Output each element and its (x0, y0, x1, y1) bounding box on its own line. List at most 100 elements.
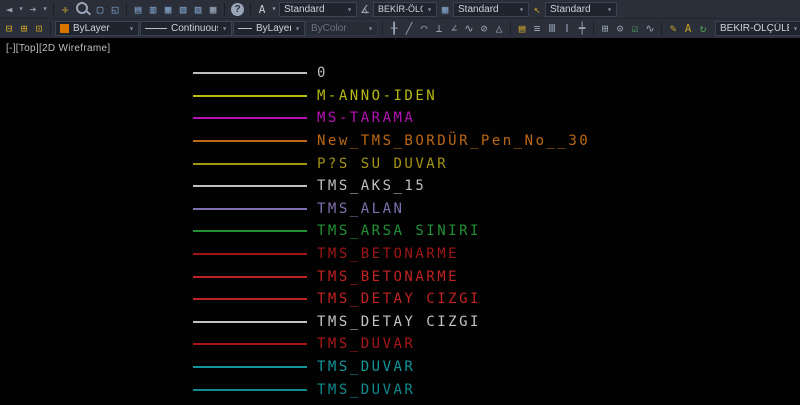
layer-row: TMS_DETAY CIZGI (193, 288, 590, 311)
layer-line-sample[interactable] (193, 230, 307, 232)
chevron-down-icon: ▾ (368, 24, 373, 33)
table-style-icon[interactable]: ▦ (438, 2, 452, 17)
dim-diameter-icon[interactable]: ⊘ (477, 21, 491, 36)
make-block-icon[interactable]: ▤ (131, 2, 145, 17)
dim-style-select[interactable]: BEKİR-ÖLÇÜLEİ ▾ (373, 2, 437, 17)
layer-name-text[interactable]: TMS_AKS_15 (317, 178, 426, 194)
chevron-down-icon: ▾ (129, 24, 134, 33)
layer-previous-icon[interactable]: ⊟ (2, 21, 16, 36)
plot-style-select[interactable]: ByColor ▾ (306, 21, 378, 36)
layer-name-text[interactable]: TMS_DUVAR (317, 336, 415, 352)
layer-name-text[interactable]: TMS_DETAY CIZGI (317, 314, 481, 330)
layer-name-text[interactable]: P?S SU DUVAR (317, 156, 448, 172)
dim-update-icon[interactable]: ↻ (696, 21, 710, 36)
layer-line-sample[interactable] (193, 366, 307, 368)
model-space-viewport[interactable]: [-][Top][2D Wireframe] 0 M-ANNO-IDEN MS-… (0, 38, 800, 405)
layer-name-text[interactable]: 0 (317, 65, 328, 81)
dim-style-value: BEKİR-ÖLÇÜLEİ (378, 4, 423, 14)
layer-line-sample[interactable] (193, 208, 307, 210)
redo-icon[interactable]: ➔ (26, 2, 40, 17)
write-block-icon[interactable]: ▦ (161, 2, 175, 17)
hatch-icon[interactable]: ▨ (191, 2, 205, 17)
layer-name-text[interactable]: TMS_DUVAR (317, 382, 415, 398)
dim-baseline-icon[interactable]: ≡ (530, 21, 544, 36)
dim-text-edit-icon[interactable]: A (681, 21, 695, 36)
dim-break-icon[interactable]: ┿ (575, 21, 589, 36)
object-color-value: ByLayer (73, 23, 110, 34)
layer-name-text[interactable]: TMS_DETAY CIZGI (317, 291, 481, 307)
layer-line-sample[interactable] (193, 276, 307, 278)
dim-inspect-icon[interactable]: ☑ (628, 21, 642, 36)
layer-line-sample[interactable] (193, 140, 307, 142)
quick-dimension-icon[interactable]: ▤ (515, 21, 529, 36)
layer-line-sample[interactable] (193, 343, 307, 345)
separator (510, 22, 511, 35)
dim-edit-icon[interactable]: ✎ (666, 21, 680, 36)
layer-line-sample[interactable] (193, 163, 307, 165)
linetype-select[interactable]: Continuous ▾ (140, 21, 232, 36)
center-mark-icon[interactable]: ⊙ (613, 21, 627, 36)
dim-style-select-2[interactable]: BEKİR-ÖLÇÜLEİ ▾ (715, 21, 800, 36)
layer-name-text[interactable]: TMS_DUVAR (317, 359, 415, 375)
pan-icon[interactable]: ✛ (58, 2, 72, 17)
layer-name-text[interactable]: New_TMS_BORDÜR_Pen_No__30 (317, 133, 590, 149)
dim-linear-icon[interactable]: ╂ (387, 21, 401, 36)
dim-radius-icon[interactable]: ∠ (447, 21, 461, 36)
viewport-controls[interactable]: [-][Top][2D Wireframe] (6, 43, 110, 54)
dim-continue-icon[interactable]: Ⅲ (545, 21, 559, 36)
dim-aligned-icon[interactable]: ╱ (402, 21, 416, 36)
point-style-icon[interactable]: ▧ (176, 2, 190, 17)
layer-line-sample[interactable] (193, 72, 307, 74)
lineweight-select[interactable]: ByLayer ▾ (233, 21, 305, 36)
table-style-value: Standard (458, 4, 499, 15)
multileader-style-select[interactable]: Standard ▾ (545, 2, 617, 17)
layer-row: MS-TARAMA (193, 107, 590, 130)
layer-isolate-icon[interactable]: ⊡ (32, 21, 46, 36)
layer-row: TMS_BETONARME (193, 243, 590, 266)
text-style-icon[interactable]: A (255, 2, 269, 17)
text-style-select[interactable]: Standard ▾ (279, 2, 357, 17)
undo-dropdown-caret[interactable]: ▾ (17, 2, 25, 17)
zoom-realtime-icon[interactable] (76, 2, 88, 14)
layer-line-sample[interactable] (193, 253, 307, 255)
layer-line-sample[interactable] (193, 185, 307, 187)
multileader-style-icon[interactable]: ↖ (530, 2, 544, 17)
tolerance-icon[interactable]: ⊞ (598, 21, 612, 36)
zoom-extents-icon[interactable]: ◱ (108, 2, 122, 17)
dim-ordinate-icon[interactable]: ⊥ (432, 21, 446, 36)
layer-row: TMS_ALAN (193, 198, 590, 221)
undo-icon[interactable]: ◄ (2, 2, 16, 17)
calculator-icon[interactable]: ▦ (206, 2, 220, 17)
dim-angular-icon[interactable]: △ (492, 21, 506, 36)
layer-states-icon[interactable]: ⊞ (17, 21, 31, 36)
layer-line-sample[interactable] (193, 95, 307, 97)
insert-block-icon[interactable]: ▥ (146, 2, 160, 17)
chevron-down-icon: ▾ (222, 24, 227, 33)
layer-line-sample[interactable] (193, 389, 307, 391)
layer-name-text[interactable]: TMS_BETONARME (317, 246, 459, 262)
dim-style-icon[interactable]: ∡ (358, 2, 372, 17)
layer-line-sample[interactable] (193, 298, 307, 300)
dim-arc-length-icon[interactable]: ◠ (417, 21, 431, 36)
plot-style-value: ByColor (311, 23, 347, 34)
layer-name-text[interactable]: TMS_ALAN (317, 201, 404, 217)
text-style-caret[interactable]: ▾ (270, 2, 278, 17)
layer-name-text[interactable]: TMS_ARSA SINIRI (317, 223, 481, 239)
layer-name-text[interactable]: MS-TARAMA (317, 110, 415, 126)
layer-name-text[interactable]: M-ANNO-IDEN (317, 88, 437, 104)
dim-jog-line-icon[interactable]: ∿ (643, 21, 657, 36)
layer-line-sample[interactable] (193, 117, 307, 119)
zoom-window-icon[interactable]: ▢ (93, 2, 107, 17)
multileader-style-value: Standard (550, 4, 591, 15)
dim-space-icon[interactable]: Ⅰ (560, 21, 574, 36)
layer-row: M-ANNO-IDEN (193, 85, 590, 108)
layer-line-sample[interactable] (193, 321, 307, 323)
layer-name-text[interactable]: TMS_BETONARME (317, 269, 459, 285)
table-style-select[interactable]: Standard ▾ (453, 2, 529, 17)
redo-dropdown-caret[interactable]: ▾ (41, 2, 49, 17)
help-icon[interactable]: ? (231, 3, 244, 16)
separator (50, 22, 51, 35)
dim-jogged-icon[interactable]: ∿ (462, 21, 476, 36)
chevron-down-icon: ▾ (295, 24, 300, 33)
object-color-select[interactable]: ByLayer ▾ (55, 21, 139, 36)
